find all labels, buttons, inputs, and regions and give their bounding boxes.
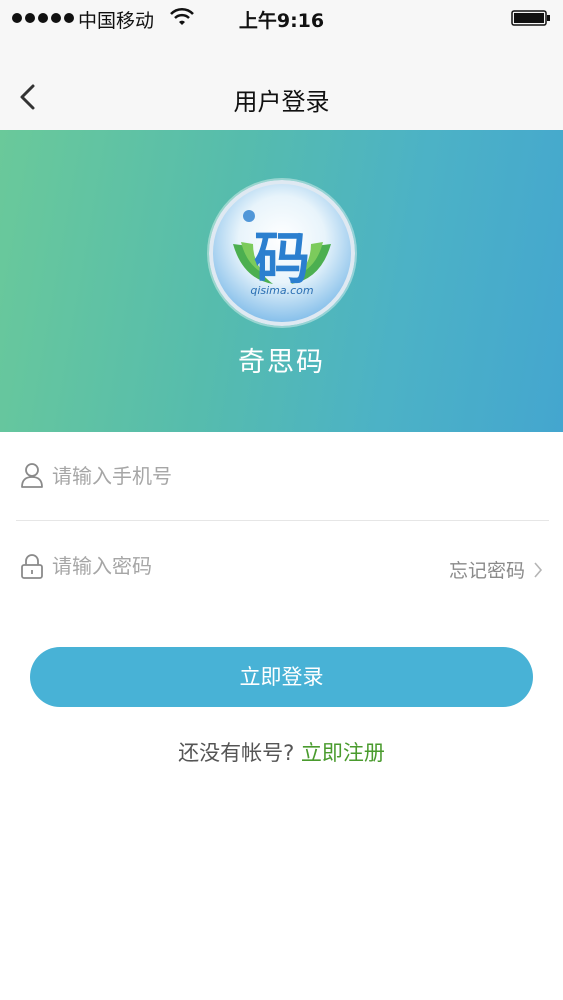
page-title: 用户登录 [233, 88, 330, 116]
phone-input[interactable] [52, 460, 412, 492]
app-name: 奇思码 [238, 347, 325, 378]
logo-character: 码 [254, 227, 310, 292]
login-button[interactable]: 立即登录 [30, 647, 533, 707]
app-logo: 码 qisima.com [209, 180, 355, 326]
register-prompt-row: 还没有帐号? 立即注册 [0, 737, 563, 767]
password-field-row: 忘记密码 [16, 522, 549, 610]
logo-domain: qisima.com [250, 284, 314, 297]
chevron-right-icon [534, 561, 543, 578]
status-bar: 中国移动 上午9:16 [0, 0, 563, 36]
user-icon [21, 463, 43, 488]
lock-icon [21, 554, 43, 579]
forgot-password-label: 忘记密码 [448, 560, 525, 582]
status-time: 上午9:16 [238, 10, 325, 32]
register-link[interactable]: 立即注册 [301, 741, 385, 765]
phone-field-row [16, 432, 549, 521]
forgot-password-link[interactable]: 忘记密码 [449, 556, 543, 583]
hero-banner: 码 qisima.com 奇思码 [0, 130, 563, 432]
register-prompt: 还没有帐号? [178, 741, 295, 765]
password-input[interactable] [52, 550, 412, 582]
nav-bar: 用户登录 [0, 36, 563, 130]
battery-icon [511, 10, 550, 26]
